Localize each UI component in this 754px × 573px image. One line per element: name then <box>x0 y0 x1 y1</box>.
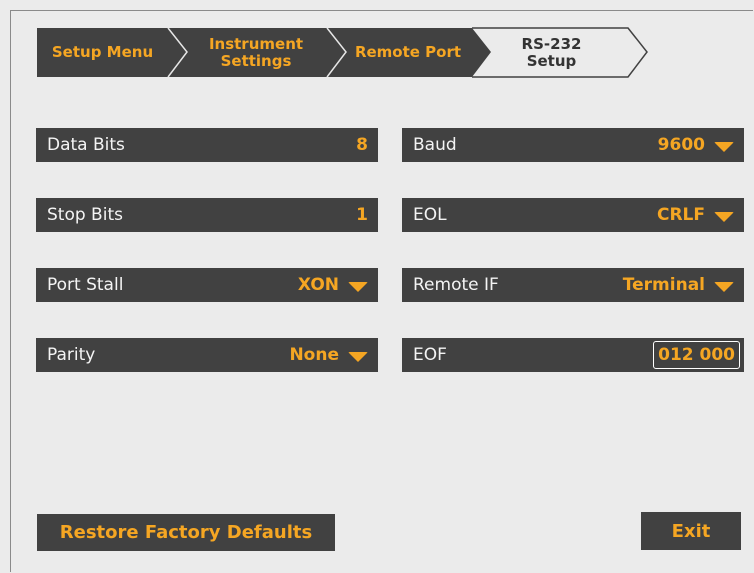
crumb-rs232-setup: RS-232 Setup <box>489 20 614 85</box>
eol-dropdown[interactable]: EOL CRLF <box>402 198 744 232</box>
data-bits-field[interactable]: Data Bits 8 <box>36 128 378 162</box>
chevron-down-icon <box>714 211 734 222</box>
parity-dropdown[interactable]: Parity None <box>36 338 378 372</box>
parity-value: None <box>289 345 339 365</box>
remote-if-dropdown[interactable]: Remote IF Terminal <box>402 268 744 302</box>
eof-label: EOF <box>413 345 447 365</box>
remote-if-label: Remote IF <box>413 275 499 295</box>
restore-factory-defaults-button[interactable]: Restore Factory Defaults <box>37 514 335 551</box>
chevron-down-icon <box>348 351 368 362</box>
chevron-down-icon <box>714 141 734 152</box>
stop-bits-value-wrap: 1 <box>356 205 368 225</box>
crumb-setup-menu[interactable]: Setup Menu <box>37 20 168 85</box>
stop-bits-value: 1 <box>356 205 368 225</box>
crumb-remote-port[interactable]: Remote Port <box>344 20 472 85</box>
crumb-label-line1: Instrument <box>208 34 304 53</box>
crumb-label-group: Instrument Settings <box>208 34 304 70</box>
data-bits-value-wrap: 8 <box>356 135 368 155</box>
baud-value-wrap: 9600 <box>658 135 734 155</box>
eol-label: EOL <box>413 205 447 225</box>
eol-value: CRLF <box>656 205 705 225</box>
crumb-label: Setup Menu <box>51 43 154 61</box>
breadcrumb: Setup Menu Instrument Settings Remote Po… <box>25 20 665 85</box>
chevron-down-icon <box>348 281 368 292</box>
crumb-label-line2: Settings <box>220 51 292 70</box>
stop-bits-label: Stop Bits <box>47 205 123 225</box>
eol-value-wrap: CRLF <box>657 205 734 225</box>
crumb-label-group: RS-232 Setup <box>521 34 582 70</box>
remote-if-value-wrap: Terminal <box>623 275 734 295</box>
data-bits-value: 8 <box>356 135 368 155</box>
baud-value: 9600 <box>657 135 705 155</box>
parity-label: Parity <box>47 345 96 365</box>
stop-bits-field[interactable]: Stop Bits 1 <box>36 198 378 232</box>
eof-input[interactable]: 012 000 <box>653 341 740 369</box>
chevron-down-icon <box>714 281 734 292</box>
baud-dropdown[interactable]: Baud 9600 <box>402 128 744 162</box>
port-stall-value: XON <box>297 275 339 295</box>
data-bits-label: Data Bits <box>47 135 125 155</box>
crumb-instrument-settings[interactable]: Instrument Settings <box>185 20 327 85</box>
port-stall-value-wrap: XON <box>298 275 368 295</box>
eof-field[interactable]: EOF 012 000 <box>402 338 744 372</box>
port-stall-label: Port Stall <box>47 275 124 295</box>
crumb-label-line2: Setup <box>526 51 577 70</box>
crumb-label: Remote Port <box>354 43 462 61</box>
crumb-label-line1: RS-232 <box>521 34 582 53</box>
port-stall-dropdown[interactable]: Port Stall XON <box>36 268 378 302</box>
parity-value-wrap: None <box>289 345 368 365</box>
remote-if-value: Terminal <box>622 275 705 295</box>
exit-button[interactable]: Exit <box>641 512 741 550</box>
baud-label: Baud <box>413 135 457 155</box>
